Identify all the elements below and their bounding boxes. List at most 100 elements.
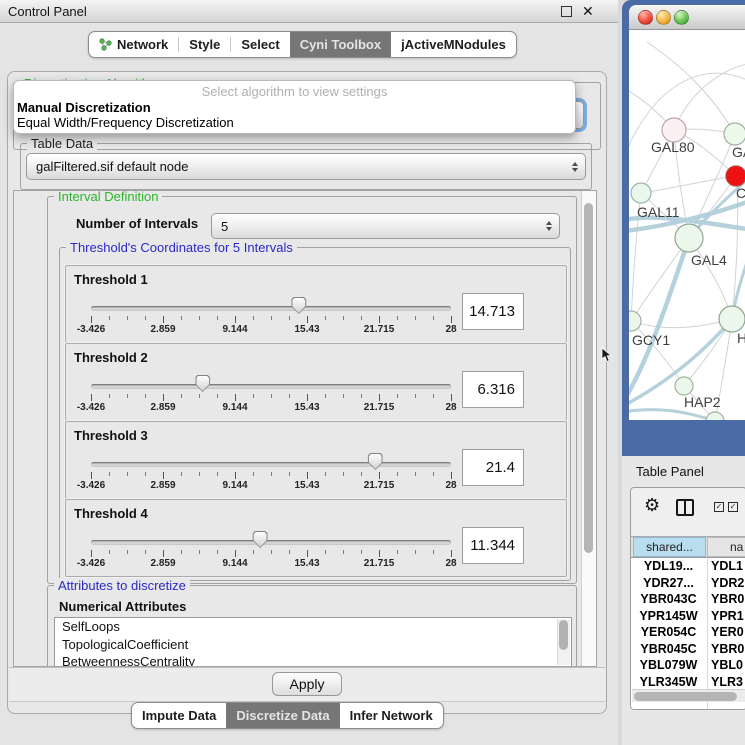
node-h[interactable] bbox=[719, 306, 745, 332]
mac-minimize-button[interactable] bbox=[656, 10, 671, 25]
checkbox-icon[interactable]: ✓ bbox=[714, 502, 724, 512]
mac-zoom-button[interactable] bbox=[674, 10, 689, 25]
table-row[interactable]: YBL079WYBL0 bbox=[631, 657, 745, 674]
num-intervals-select[interactable]: 5 bbox=[211, 213, 560, 239]
tab-select[interactable]: Select bbox=[231, 32, 289, 57]
threshold-2-panel: Threshold 2 -3.4262.8599.14415.4321.7152… bbox=[65, 343, 567, 421]
tab-jactivemnodules[interactable]: jActiveMNodules bbox=[391, 32, 516, 57]
slider-ticks bbox=[91, 472, 451, 480]
list-item[interactable]: SelfLoops bbox=[55, 618, 571, 636]
threshold-2-slider[interactable]: -3.4262.8599.14415.4321.71528 bbox=[91, 375, 451, 417]
network-icon bbox=[99, 38, 112, 51]
horizontal-scrollbar[interactable] bbox=[632, 689, 745, 702]
label-gal11: GAL11 bbox=[637, 204, 680, 220]
label-hap2: HAP2 bbox=[684, 394, 721, 410]
tab-discretize-data[interactable]: Discretize Data bbox=[226, 703, 339, 728]
interval-definition-group: Interval Definition Number of Intervals … bbox=[47, 196, 577, 584]
num-intervals-label: Number of Intervals bbox=[76, 216, 198, 231]
checkbox-icon[interactable]: ✓ bbox=[728, 502, 738, 512]
node-table: ⚙ ✓ ✓ shared... na YDL19...YDL1 YDR27...… bbox=[630, 487, 745, 710]
vertical-scrollbar-thumb[interactable] bbox=[584, 203, 593, 553]
table-row[interactable]: YDL19...YDL1 bbox=[631, 558, 745, 575]
algorithm-option-manual-discretization[interactable]: Manual Discretization bbox=[14, 100, 575, 115]
threshold-4-panel: Threshold 4 -3.4262.8599.14415.4321.7152… bbox=[65, 499, 567, 577]
split-view-icon[interactable] bbox=[676, 499, 694, 516]
network-nodes[interactable] bbox=[629, 118, 745, 420]
node-gcy1[interactable] bbox=[629, 311, 641, 331]
num-intervals-value: 5 bbox=[221, 214, 228, 238]
mac-close-button[interactable] bbox=[638, 10, 653, 25]
threshold-4-value-field[interactable]: 11.344 bbox=[462, 527, 524, 564]
threshold-3-value-field[interactable]: 21.4 bbox=[462, 449, 524, 486]
apply-button[interactable]: Apply bbox=[272, 672, 342, 696]
horizontal-scrollbar-thumb[interactable] bbox=[634, 692, 737, 701]
column-header-name[interactable]: na bbox=[707, 537, 745, 557]
threshold-2-value-field[interactable]: 6.316 bbox=[462, 371, 524, 408]
threshold-1-value-field[interactable]: 14.713 bbox=[462, 293, 524, 330]
threshold-label: Threshold 1 bbox=[74, 272, 148, 287]
list-scrollbar[interactable] bbox=[557, 619, 570, 665]
slider-tick-labels: -3.4262.8599.14415.4321.71528 bbox=[91, 324, 451, 336]
table-panel-title: Table Panel bbox=[636, 464, 704, 479]
slider-thumb[interactable] bbox=[368, 453, 383, 470]
list-scrollbar-thumb[interactable] bbox=[559, 620, 568, 650]
slider-track[interactable] bbox=[91, 462, 451, 467]
panel-title: Control Panel bbox=[8, 4, 87, 19]
node-selected-red[interactable] bbox=[726, 166, 745, 186]
settings-scroll-area: Interval Definition Number of Intervals … bbox=[13, 190, 597, 667]
algorithm-placeholder-option[interactable]: Select algorithm to view settings bbox=[14, 84, 575, 100]
list-item[interactable]: BetweennessCentrality bbox=[55, 653, 571, 667]
column-header-shared-name[interactable]: shared... bbox=[633, 537, 706, 557]
mouse-cursor bbox=[601, 347, 613, 363]
threshold-1-panel: Threshold 1 -3.4262.8599.14415.4321.7152… bbox=[65, 265, 567, 343]
group-title: Interval Definition bbox=[54, 190, 162, 204]
table-row[interactable]: YBR045CYBR0 bbox=[631, 641, 745, 658]
table-data-select[interactable]: galFiltered.sif default node bbox=[26, 153, 586, 180]
table-row[interactable]: YER054CYER0 bbox=[631, 624, 745, 641]
combo-stepper-icon bbox=[546, 221, 552, 231]
node-gal11[interactable] bbox=[631, 183, 651, 203]
algorithm-option-equal-width-frequency[interactable]: Equal Width/Frequency Discretization bbox=[14, 115, 575, 130]
tab-style[interactable]: Style bbox=[179, 32, 230, 57]
tab-cyni-toolbox[interactable]: Cyni Toolbox bbox=[290, 32, 391, 57]
numerical-attributes-list[interactable]: SelfLoops TopologicalCoefficient Between… bbox=[54, 617, 572, 667]
group-title: Attributes to discretize bbox=[54, 578, 190, 593]
tab-impute-data[interactable]: Impute Data bbox=[132, 703, 226, 728]
tab-label: Infer Network bbox=[350, 708, 433, 723]
threshold-label: Threshold 4 bbox=[74, 506, 148, 521]
label-partial-top-right: GA bbox=[732, 144, 745, 160]
slider-ticks bbox=[91, 550, 451, 558]
slider-track[interactable] bbox=[91, 540, 451, 545]
label-gal80: GAL80 bbox=[651, 139, 695, 155]
slider-track[interactable] bbox=[91, 306, 451, 311]
node-gal4[interactable] bbox=[675, 224, 703, 252]
table-row[interactable]: YBR043CYBR0 bbox=[631, 591, 745, 608]
list-item[interactable]: TopologicalCoefficient bbox=[55, 636, 571, 654]
slider-track[interactable] bbox=[91, 384, 451, 389]
slider-thumb[interactable] bbox=[195, 375, 210, 392]
table-body: YDL19...YDL1 YDR27...YDR2 YBR043CYBR0 YP… bbox=[631, 558, 745, 709]
vertical-scrollbar[interactable] bbox=[581, 191, 596, 666]
threshold-4-slider[interactable]: -3.4262.8599.14415.4321.71528 bbox=[91, 531, 451, 573]
node-hap2[interactable] bbox=[675, 377, 693, 395]
table-row[interactable]: YDR27...YDR2 bbox=[631, 575, 745, 592]
tab-network[interactable]: Network bbox=[89, 32, 178, 57]
table-row[interactable]: YPR145WYPR1 bbox=[631, 608, 745, 625]
node-partial-top-right[interactable] bbox=[724, 123, 745, 145]
tab-infer-network[interactable]: Infer Network bbox=[340, 703, 443, 728]
slider-tick-labels: -3.4262.8599.14415.4321.71528 bbox=[91, 558, 451, 570]
threshold-label: Threshold 2 bbox=[74, 350, 148, 365]
network-canvas[interactable]: GAL80 GA C GAL11 GAL4 GCY1 H HAP2 bbox=[629, 30, 745, 420]
slider-thumb[interactable] bbox=[291, 297, 306, 314]
threshold-1-slider[interactable]: -3.4262.8599.14415.4321.71528 bbox=[91, 297, 451, 339]
tab-label: Network bbox=[117, 37, 168, 52]
thresholds-group: Threshold's Coordinates for 5 Intervals … bbox=[59, 247, 571, 581]
slider-thumb[interactable] bbox=[253, 531, 268, 548]
close-icon[interactable]: ✕ bbox=[582, 2, 594, 20]
table-row[interactable]: YLR345WYLR3 bbox=[631, 674, 745, 691]
group-title: Table Data bbox=[27, 136, 97, 151]
tab-label: Cyni Toolbox bbox=[300, 37, 381, 52]
float-window-icon[interactable] bbox=[561, 6, 572, 17]
settings-gear-icon[interactable]: ⚙ bbox=[644, 495, 660, 515]
threshold-3-slider[interactable]: -3.4262.8599.14415.4321.71528 bbox=[91, 453, 451, 495]
